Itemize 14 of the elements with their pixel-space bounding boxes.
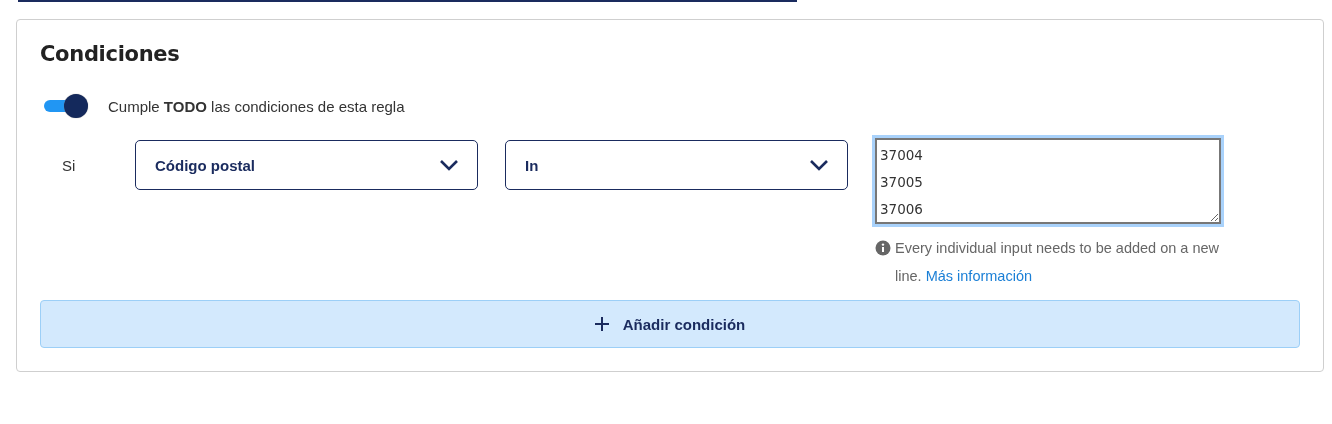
section-title: Condiciones [40, 42, 180, 66]
values-textarea[interactable]: 37004 37005 37006 [875, 138, 1221, 224]
field-dropdown[interactable]: Código postal [135, 140, 478, 190]
info-icon [875, 240, 891, 256]
add-condition-button[interactable]: Añadir condición [40, 300, 1300, 348]
operator-dropdown[interactable]: In [505, 140, 848, 190]
more-info-link[interactable]: Más información [925, 268, 1032, 284]
chevron-down-icon [809, 159, 829, 171]
plus-icon [594, 317, 609, 331]
chevron-down-icon [439, 159, 459, 171]
help-text: Every individual input needs to be added on a new line. Más información [895, 239, 1221, 286]
match-all-label: Cumple TODO las condiciones de esta regla [108, 97, 405, 115]
match-all-switch[interactable] [44, 94, 88, 118]
condition-prefix: Si [62, 157, 77, 174]
